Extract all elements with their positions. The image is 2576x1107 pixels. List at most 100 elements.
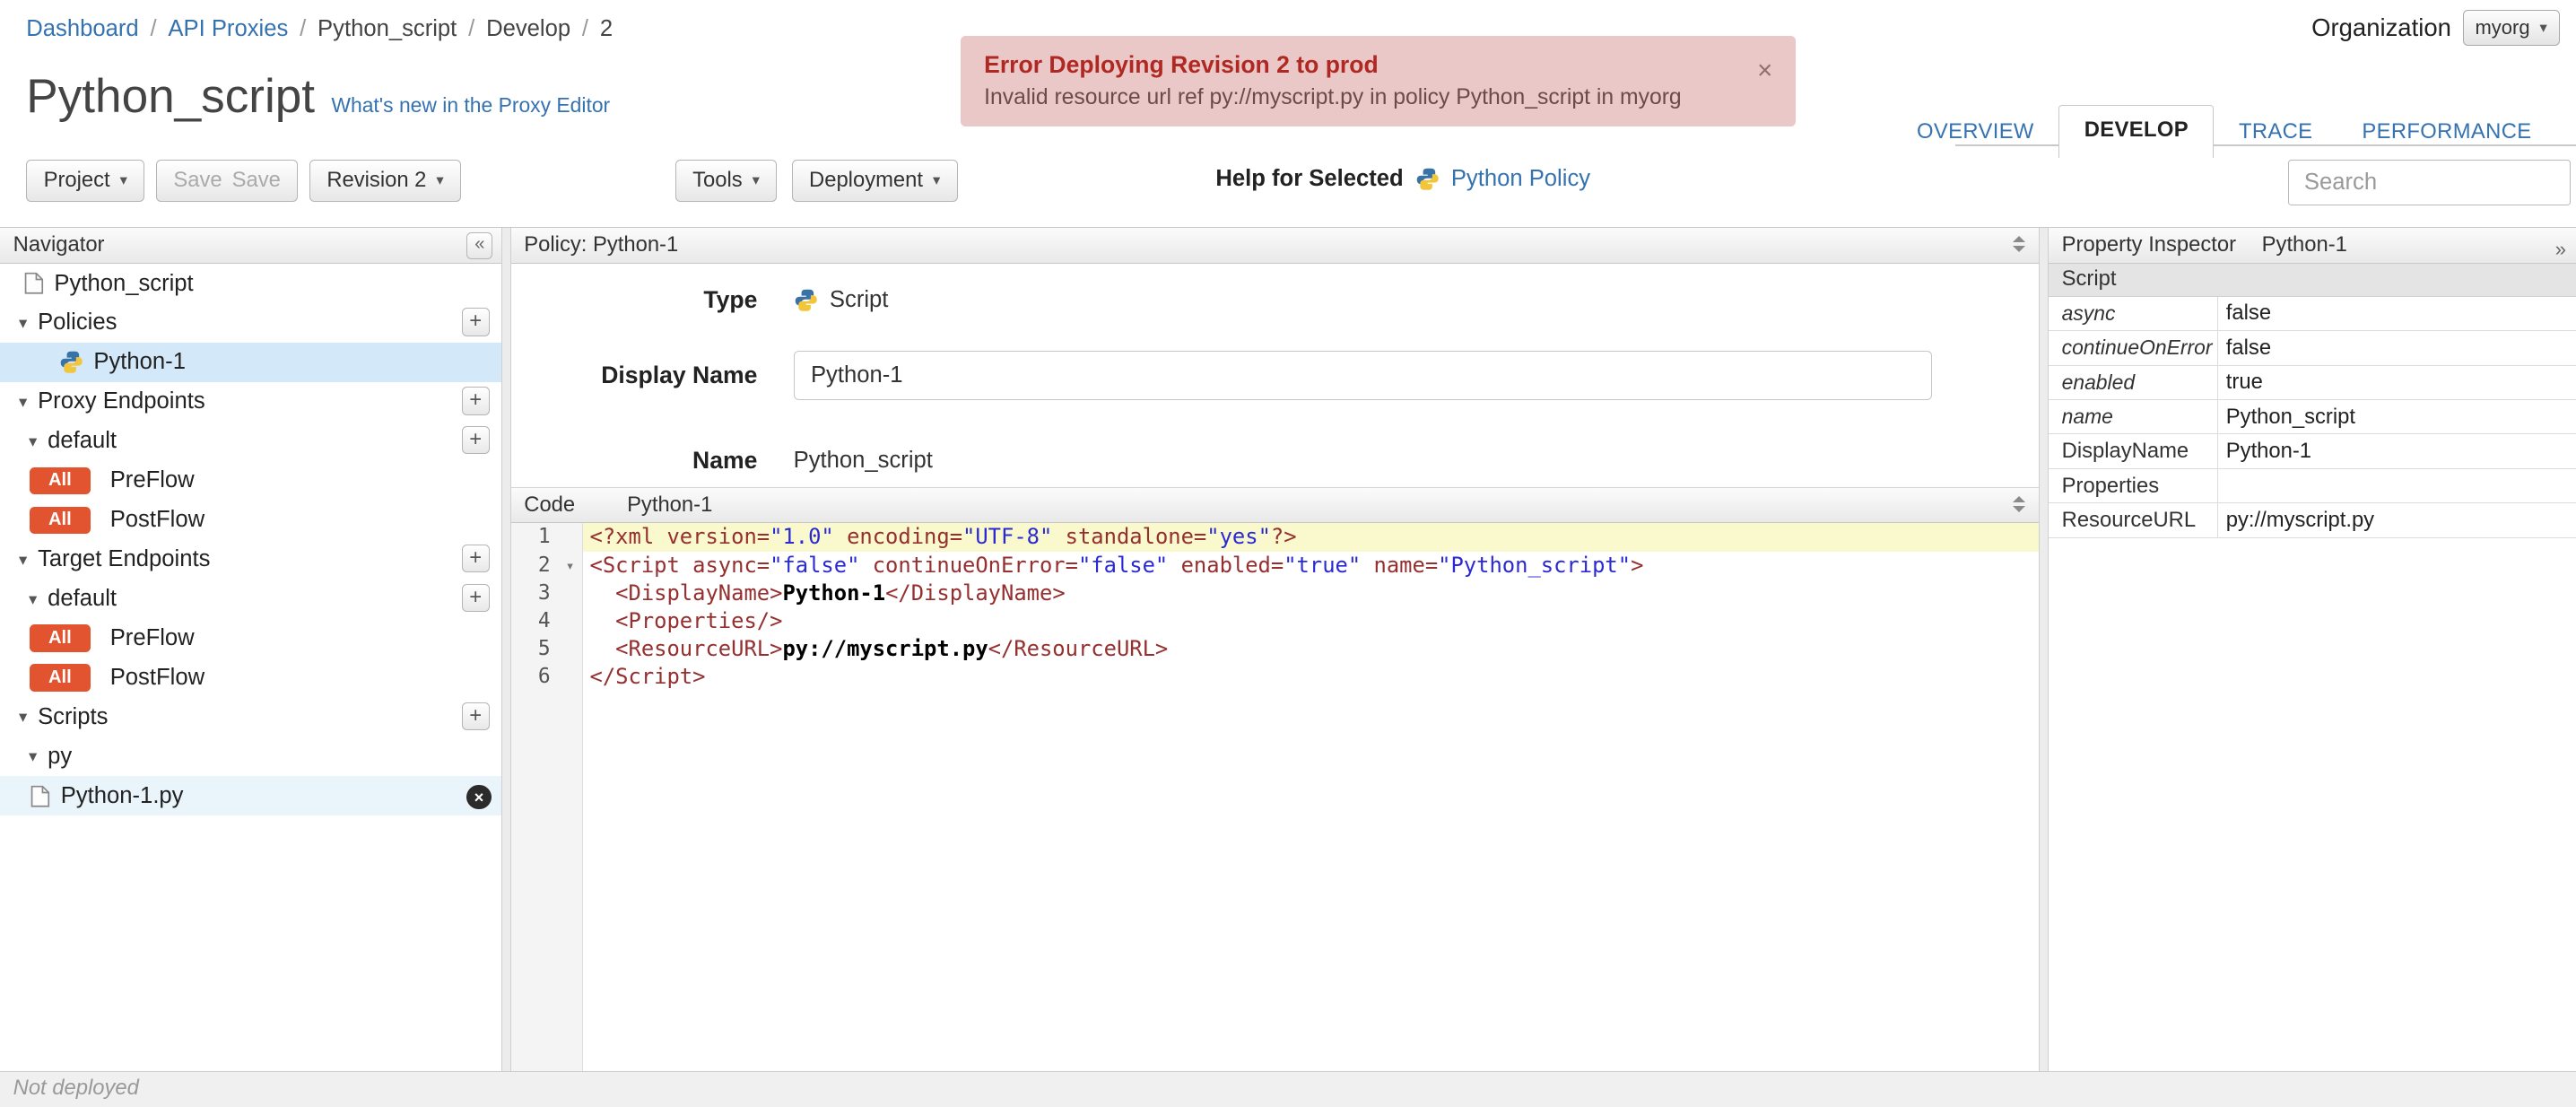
save-button[interactable]: SaveSaveSaveSaveSave — [156, 159, 299, 203]
breadcrumb-item-proxy: Python_script — [318, 16, 457, 42]
add-target-endpoint-button[interactable]: + — [461, 545, 490, 573]
navigator-tree: Python_script ▾ Policies + Python-1 ▾ Pr… — [0, 264, 501, 816]
property-inspector-title: Property Inspector — [2061, 231, 2237, 257]
breadcrumb-link-dashboard[interactable]: Dashboard — [26, 16, 138, 42]
chevron-down-icon[interactable]: ▾ — [13, 392, 33, 412]
close-icon[interactable]: × — [1757, 56, 1772, 86]
navigator-title: Navigator — [13, 231, 105, 257]
deployment-status: Not deployed — [13, 1076, 139, 1101]
nav-item-proxy-preflow[interactable]: All PreFlow — [0, 461, 501, 501]
nav-section-scripts[interactable]: ▾ Scripts + — [0, 698, 501, 737]
nav-section-policies[interactable]: ▾ Policies + — [0, 303, 501, 343]
tools-button[interactable]: Tools ▾ — [674, 159, 778, 203]
save-button-label: Save — [173, 168, 222, 193]
whats-new-link[interactable]: What's new in the Proxy Editor — [331, 93, 610, 118]
nav-item-script-file[interactable]: Python-1.py × — [0, 776, 501, 816]
property-value[interactable]: true — [2218, 370, 2576, 395]
chevron-up-icon — [2013, 496, 2026, 503]
nav-item-scripts-py[interactable]: ▾ py — [0, 737, 501, 776]
toolbar-left-group: Project ▾ SaveSaveSaveSaveSave Revision … — [26, 159, 461, 203]
revision-button[interactable]: Revision 2 ▾ — [309, 159, 461, 203]
chevron-down-icon[interactable]: ▾ — [13, 550, 33, 570]
line-number: 2 — [537, 553, 551, 577]
inspector-row[interactable]: ResourceURL py://myscript.py — [2049, 503, 2576, 538]
python-policy-link[interactable]: Python Policy — [1451, 166, 1590, 192]
organization-dropdown[interactable]: myorg ▾ — [2462, 9, 2560, 47]
property-value[interactable]: Python_script — [2218, 405, 2576, 430]
property-name: enabled — [2049, 365, 2218, 400]
code-line[interactable]: 1 <?xml version="1.0" encoding="UTF-8" st… — [511, 523, 2039, 552]
type-value: Script — [829, 286, 889, 312]
code-editor[interactable]: 1 <?xml version="1.0" encoding="UTF-8" st… — [510, 523, 2039, 1072]
nav-section-proxy-endpoints[interactable]: ▾ Proxy Endpoints + — [0, 382, 501, 422]
organization-label: Organization — [2311, 13, 2451, 42]
chevron-down-icon[interactable]: ▾ — [23, 431, 43, 451]
title-row: Python_script What's new in the Proxy Ed… — [26, 69, 610, 124]
add-proxy-flow-button[interactable]: + — [461, 426, 490, 455]
nav-section-scripts-label: Scripts — [38, 703, 109, 729]
tab-develop[interactable]: DEVELOP — [2058, 105, 2215, 158]
nav-item-target-default-label: default — [48, 586, 117, 612]
code-line[interactable]: 4 <Properties/> — [511, 607, 2039, 635]
delete-script-button[interactable]: × — [466, 784, 492, 810]
inspector-row[interactable]: DisplayName Python-1 — [2049, 434, 2576, 469]
breadcrumb-separator: / — [581, 16, 589, 42]
nav-section-policies-label: Policies — [38, 309, 117, 336]
nav-item-target-postflow-label: PostFlow — [109, 665, 205, 691]
breadcrumb-link-api-proxies[interactable]: API Proxies — [168, 16, 288, 42]
code-line[interactable]: 2 ▾ <Script async="false" continueOnError=… — [511, 552, 2039, 580]
inspector-row[interactable]: continueOnError false — [2049, 331, 2576, 366]
fold-marker-icon[interactable]: ▾ — [557, 552, 583, 580]
nav-section-proxy-endpoints-label: Proxy Endpoints — [38, 388, 205, 414]
caret-down-icon: ▾ — [436, 172, 444, 189]
add-proxy-endpoint-button[interactable]: + — [461, 387, 490, 415]
inspector-row[interactable]: name Python_script — [2049, 400, 2576, 435]
vertical-splitter[interactable] — [2039, 227, 2049, 1072]
add-target-flow-button[interactable]: + — [461, 584, 490, 613]
tab-overview[interactable]: OVERVIEW — [1893, 109, 2059, 158]
nav-section-target-endpoints-label: Target Endpoints — [38, 546, 211, 572]
collapse-panel-icon[interactable] — [2013, 236, 2026, 252]
property-value[interactable]: false — [2218, 301, 2576, 326]
nav-section-target-endpoints[interactable]: ▾ Target Endpoints + — [0, 540, 501, 580]
code-line[interactable]: 5 <ResourceURL>py://myscript.py</Resourc… — [511, 635, 2039, 663]
inspector-row[interactable]: enabled true — [2049, 365, 2576, 401]
python-icon — [795, 289, 817, 311]
file-icon — [30, 785, 50, 807]
nav-item-target-postflow[interactable]: All PostFlow — [0, 658, 501, 698]
nav-item-target-default[interactable]: ▾ default + — [0, 580, 501, 619]
nav-item-proxy-postflow-label: PostFlow — [109, 507, 205, 533]
inspector-row[interactable]: async false — [2049, 296, 2576, 332]
chevron-down-icon[interactable]: ▾ — [13, 707, 33, 727]
display-name-input[interactable] — [793, 351, 1932, 401]
property-value[interactable]: false — [2218, 336, 2576, 361]
nav-item-target-preflow[interactable]: All PreFlow — [0, 619, 501, 658]
collapse-navigator-button[interactable]: « — [466, 232, 493, 259]
add-policy-button[interactable]: + — [461, 308, 490, 336]
property-name: ResourceURL — [2049, 503, 2218, 537]
chevron-down-icon[interactable]: ▾ — [13, 313, 33, 333]
property-value[interactable]: py://myscript.py — [2218, 508, 2576, 533]
code-line[interactable]: 3 <DisplayName>Python-1</DisplayName> — [511, 580, 2039, 607]
vertical-splitter[interactable] — [500, 227, 511, 1072]
tab-trace[interactable]: TRACE — [2214, 109, 2337, 158]
expand-code-icon[interactable] — [2013, 496, 2026, 512]
chevron-down-icon[interactable]: ▾ — [23, 589, 43, 609]
nav-item-policy-python-1[interactable]: Python-1 — [0, 342, 501, 382]
project-button[interactable]: Project ▾ — [26, 159, 145, 203]
expand-inspector-icon[interactable]: » — [2555, 232, 2566, 266]
inspector-row[interactable]: Properties — [2049, 468, 2576, 504]
deployment-button[interactable]: Deployment ▾ — [791, 159, 958, 203]
code-text: <DisplayName>Python-1</DisplayName> — [615, 580, 1066, 606]
nav-item-proxy-default[interactable]: ▾ default + — [0, 422, 501, 461]
code-line[interactable]: 6 </Script> — [511, 663, 2039, 691]
error-banner: Error Deploying Revision 2 to prod Inval… — [961, 36, 1796, 127]
line-number: 3 — [537, 580, 551, 605]
chevron-down-icon[interactable]: ▾ — [23, 746, 43, 766]
nav-item-proxy-root[interactable]: Python_script — [0, 264, 501, 303]
property-value[interactable]: Python-1 — [2218, 439, 2576, 464]
search-input[interactable] — [2288, 159, 2572, 205]
tab-performance[interactable]: PERFORMANCE — [2337, 109, 2556, 158]
add-script-button[interactable]: + — [461, 702, 490, 731]
nav-item-proxy-postflow[interactable]: All PostFlow — [0, 501, 501, 540]
